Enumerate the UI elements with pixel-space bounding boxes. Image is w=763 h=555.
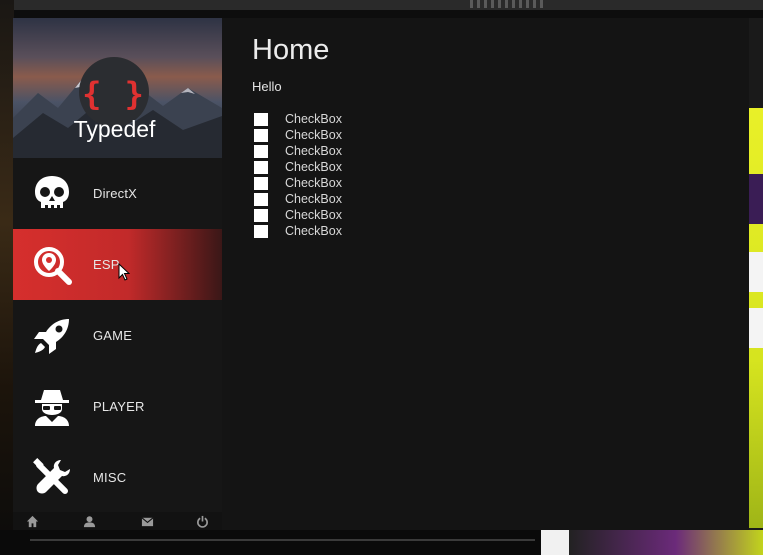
brand-title: Typedef (73, 116, 156, 142)
user-icon[interactable] (83, 515, 96, 528)
rocket-icon (34, 318, 69, 354)
tools-icon (33, 457, 70, 494)
checkbox-list: CheckBox CheckBox CheckBox CheckBox Chec… (254, 111, 342, 239)
background-artwork (569, 530, 763, 555)
checkbox[interactable] (254, 112, 268, 126)
sidebar-item-label: PLAYER (93, 399, 145, 414)
window-grip[interactable] (470, 0, 545, 8)
checkbox-row[interactable]: CheckBox (254, 127, 342, 143)
sidebar-item-label: ESP (93, 257, 120, 272)
page-title: Home (252, 34, 330, 66)
sidebar-item-game[interactable]: GAME (13, 300, 222, 371)
checkbox[interactable] (254, 224, 268, 238)
desktop-top-bar (0, 0, 763, 10)
checkbox-label[interactable]: CheckBox (285, 176, 342, 190)
checkbox-row[interactable]: CheckBox (254, 223, 342, 239)
sidebar-header: { } Typedef (13, 18, 222, 158)
sidebar-item-label: MISC (93, 470, 127, 485)
checkbox-label[interactable]: CheckBox (285, 224, 342, 238)
checkbox-label[interactable]: CheckBox (285, 208, 342, 222)
checkbox[interactable] (254, 208, 268, 222)
power-icon[interactable] (196, 515, 209, 528)
checkbox-row[interactable]: CheckBox (254, 111, 342, 127)
checkbox[interactable] (254, 176, 268, 190)
sidebar-nav: DirectX ESP GAME PLAYER MISC (13, 158, 222, 513)
checkbox-label[interactable]: CheckBox (285, 144, 342, 158)
sidebar-item-label: GAME (93, 328, 133, 343)
main-content: Home Hello CheckBox CheckBox CheckBox Ch… (222, 18, 749, 530)
checkbox-label[interactable]: CheckBox (285, 160, 342, 174)
background-window-fragment (749, 108, 763, 528)
logo-braces: { } (82, 75, 146, 113)
checkbox-label[interactable]: CheckBox (285, 192, 342, 206)
sidebar-item-label: DirectX (93, 186, 138, 201)
sidebar-footer (13, 512, 222, 530)
background-window-fragment-bottom (541, 530, 569, 555)
search-location-icon (34, 246, 72, 285)
checkbox-row[interactable]: CheckBox (254, 207, 342, 223)
greeting-text: Hello (252, 79, 282, 94)
spy-icon (35, 389, 69, 426)
checkbox-label[interactable]: CheckBox (285, 112, 342, 126)
checkbox[interactable] (254, 160, 268, 174)
desktop-background-left (0, 0, 14, 555)
envelope-icon[interactable] (141, 515, 154, 528)
checkbox-row[interactable]: CheckBox (254, 159, 342, 175)
checkbox[interactable] (254, 128, 268, 142)
checkbox[interactable] (254, 144, 268, 158)
checkbox-row[interactable]: CheckBox (254, 143, 342, 159)
sidebar-item-player[interactable]: PLAYER (13, 371, 222, 442)
mouse-cursor-icon (118, 263, 130, 281)
checkbox-row[interactable]: CheckBox (254, 175, 342, 191)
skull-icon (35, 175, 69, 208)
checkbox[interactable] (254, 192, 268, 206)
home-icon[interactable] (26, 515, 39, 528)
checkbox-label[interactable]: CheckBox (285, 128, 342, 142)
background-divider (30, 539, 535, 541)
sidebar-item-misc[interactable]: MISC (13, 442, 222, 513)
sidebar-item-directx[interactable]: DirectX (13, 158, 222, 229)
checkbox-row[interactable]: CheckBox (254, 191, 342, 207)
